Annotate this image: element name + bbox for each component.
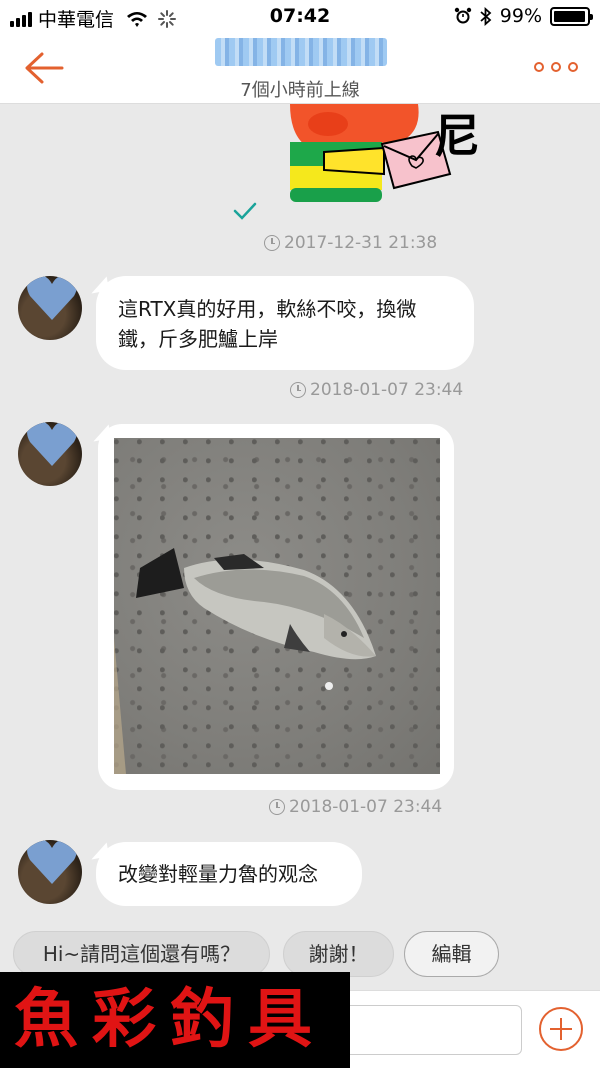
status-bar: 中華電信 07:42 99%	[0, 0, 600, 34]
timestamp-text: 2018-01-07 23:44	[289, 797, 443, 817]
alarm-icon	[454, 7, 471, 24]
message-timestamp: 2018-01-07 23:44	[290, 380, 463, 400]
heart-icon	[27, 276, 77, 320]
message-text: 這RTX真的好用，軟絲不咬，換微鐵，斤多肥鱸上岸	[118, 297, 417, 351]
avatar[interactable]	[18, 840, 82, 904]
clock-icon	[269, 799, 285, 815]
battery-percent: 99%	[499, 5, 542, 27]
timestamp-text: 2017-12-31 21:38	[284, 233, 438, 253]
avatar[interactable]	[18, 422, 82, 486]
sticker-text: 尼	[434, 109, 480, 163]
avatar[interactable]	[18, 276, 82, 340]
timestamp-text: 2018-01-07 23:44	[310, 380, 464, 400]
fish-photo[interactable]	[114, 438, 440, 774]
message-bubble[interactable]: 這RTX真的好用，軟絲不咬，換微鐵，斤多肥鱸上岸	[96, 276, 474, 370]
heart-icon	[27, 422, 77, 466]
message-bubble[interactable]: 改變對輕量力魯的观念	[96, 842, 362, 906]
watermark-banner: 魚彩釣具	[0, 972, 350, 1068]
message-timestamp: 2018-01-07 23:44	[269, 797, 442, 817]
contact-name[interactable]	[215, 38, 387, 66]
clock-icon	[290, 382, 306, 398]
last-seen-status: 7個小時前上線	[240, 80, 360, 101]
more-icon[interactable]	[534, 62, 578, 72]
heart-icon	[27, 840, 77, 884]
message-timestamp: 2017-12-31 21:38	[264, 233, 437, 253]
plus-icon[interactable]	[539, 1007, 583, 1051]
edit-quick-replies-button[interactable]: 編輯	[404, 931, 499, 977]
battery-icon	[550, 6, 593, 26]
read-check-icon	[233, 202, 257, 220]
clock-icon	[264, 235, 280, 251]
quick-reply-chip[interactable]: Hi~請問這個還有嗎？	[13, 931, 270, 977]
fish-image	[114, 548, 376, 774]
watermark-text: 魚彩釣具	[14, 982, 326, 1057]
message-text: 改變對輕量力魯的观念	[118, 862, 318, 886]
bluetooth-icon	[480, 6, 492, 26]
sticker-message[interactable]: 尼	[288, 104, 480, 208]
chat-header: 7個小時前上線	[0, 34, 600, 104]
quick-reply-chip[interactable]: 謝謝！	[283, 931, 394, 977]
status-right: 99%	[454, 5, 593, 27]
